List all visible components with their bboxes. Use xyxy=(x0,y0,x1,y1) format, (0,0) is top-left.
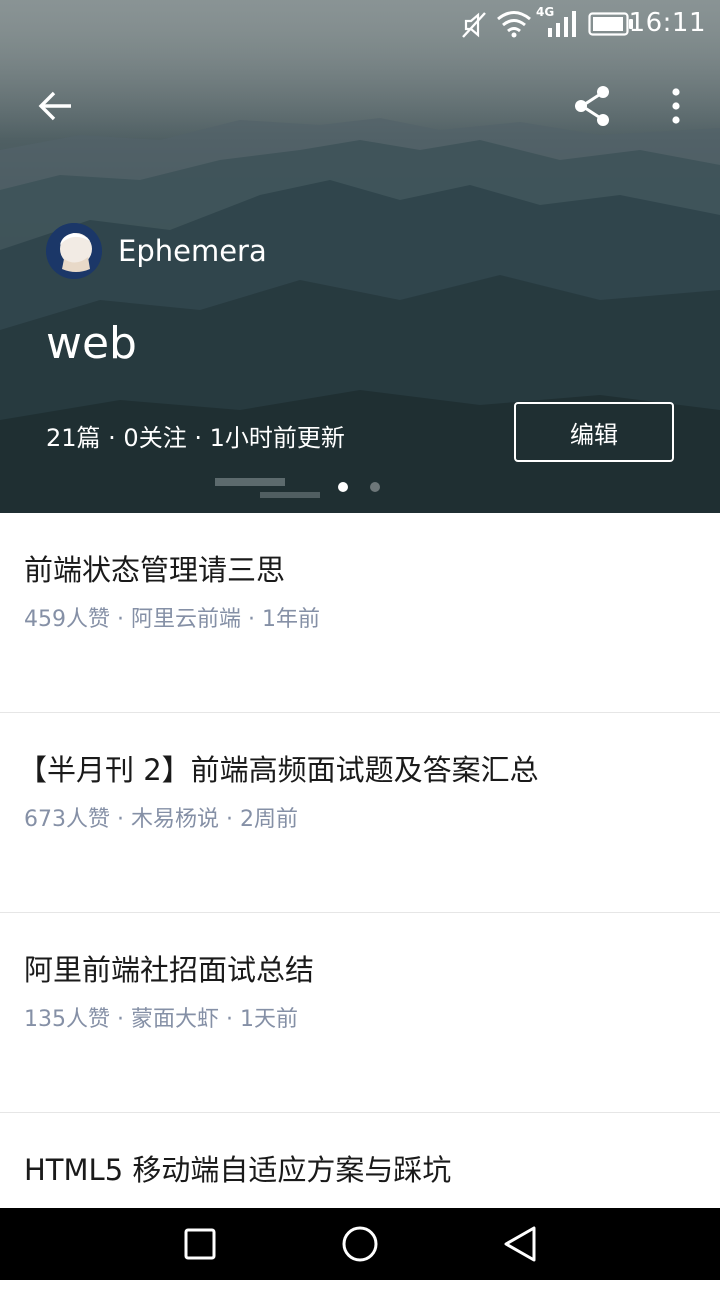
back-triangle-icon xyxy=(504,1226,536,1262)
column-stats: 21篇 · 0关注 · 1小时前更新 xyxy=(46,424,345,452)
article-meta: 673人赞 · 木易杨说 · 2周前 xyxy=(24,807,298,832)
avatar[interactable] xyxy=(46,223,102,279)
mute-icon xyxy=(462,12,486,38)
share-icon xyxy=(575,86,609,126)
home-circle-icon xyxy=(342,1226,378,1262)
article-meta: 459人赞 · 阿里云前端 · 1年前 xyxy=(24,607,320,632)
author-row[interactable]: Ephemera xyxy=(46,223,267,279)
page-dot-active xyxy=(338,482,348,492)
avatar-image xyxy=(46,223,102,279)
recents-button[interactable] xyxy=(160,1208,240,1280)
author-name[interactable]: Ephemera xyxy=(118,234,267,268)
wifi-icon xyxy=(497,11,531,38)
article-title: 前端状态管理请三思 xyxy=(24,553,286,587)
list-item[interactable]: 前端状态管理请三思 459人赞 · 阿里云前端 · 1年前 xyxy=(0,513,720,713)
recents-square-icon xyxy=(184,1228,216,1260)
column-title: web xyxy=(46,318,137,369)
article-title: HTML5 移动端自适应方案与踩坑 xyxy=(24,1153,452,1187)
share-button[interactable] xyxy=(560,74,624,138)
battery-icon xyxy=(588,12,633,36)
list-item[interactable]: 【半月刊 2】前端高频面试题及答案汇总 673人赞 · 木易杨说 · 2周前 xyxy=(0,713,720,913)
more-vertical-icon xyxy=(672,88,680,124)
list-item[interactable]: 阿里前端社招面试总结 135人赞 · 蒙面大虾 · 1天前 xyxy=(0,913,720,1113)
article-list: 前端状态管理请三思 459人赞 · 阿里云前端 · 1年前 【半月刊 2】前端高… xyxy=(0,513,720,1313)
back-button[interactable] xyxy=(24,74,88,138)
article-meta: 135人赞 · 蒙面大虾 · 1天前 xyxy=(24,1007,298,1032)
status-time: 16:11 xyxy=(628,8,706,38)
article-title: 【半月刊 2】前端高频面试题及答案汇总 xyxy=(18,753,539,787)
nav-back-button[interactable] xyxy=(480,1208,560,1280)
article-title: 阿里前端社招面试总结 xyxy=(24,953,315,987)
column-header: 4G 16:11 Ephemera web 21篇 · 0关注 · 1小时前更新… xyxy=(0,0,720,513)
page-indicator xyxy=(338,482,380,492)
back-arrow-icon xyxy=(38,91,71,121)
more-button[interactable] xyxy=(644,74,708,138)
page-dot xyxy=(370,482,380,492)
system-nav-bar xyxy=(0,1208,720,1280)
status-bar: 4G 16:11 xyxy=(0,0,720,50)
edit-button[interactable]: 编辑 xyxy=(514,402,674,462)
home-button[interactable] xyxy=(320,1208,400,1280)
signal-icon xyxy=(548,11,576,37)
